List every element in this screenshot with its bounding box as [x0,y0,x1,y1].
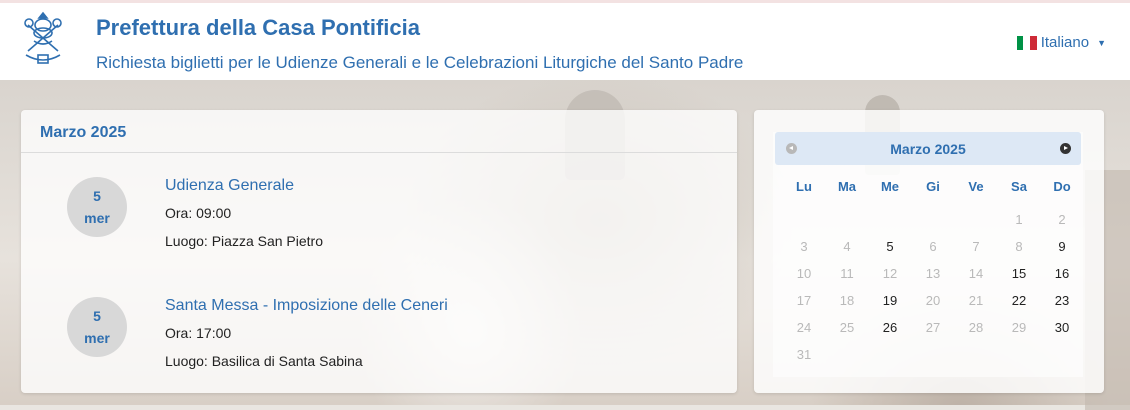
calendar-day: 12 [882,266,898,281]
weekday-header: Ma [837,179,857,194]
calendar-day: 18 [839,293,855,308]
event-title-link[interactable]: Santa Messa - Imposizione delle Ceneri [165,297,448,315]
calendar-month-title: Marzo 2025 [890,141,966,157]
event-title-link[interactable]: Udienza Generale [165,177,294,195]
calendar-day-with-event[interactable]: 23 [1042,293,1082,308]
event-place: Luogo: Basilica di Santa Sabina [165,353,363,369]
calendar-day: 14 [968,266,984,281]
calendar-day-with-event[interactable]: 16 [1042,266,1082,281]
weekday-header: Do [1053,179,1071,194]
calendar-panel: Marzo 2025 Lu Ma Me Gi Ve Sa Do 1 2 3 4 5 6 7 8 9 10 11 12… [754,110,1104,393]
events-month-heading: Marzo 2025 [21,110,737,153]
event-item: 5 mer Santa Messa - Imposizione delle Ce… [21,297,737,387]
event-date-badge: 5 mer [67,177,127,237]
weekday-header: Me [880,179,900,194]
next-month-icon[interactable] [1060,143,1071,154]
calendar-day: 29 [1011,320,1027,335]
calendar-day-with-event[interactable]: 19 [870,293,910,308]
calendar-day-with-event[interactable]: 15 [999,266,1039,281]
calendar-day: 20 [925,293,941,308]
calendar-widget: Marzo 2025 Lu Ma Me Gi Ve Sa Do 1 2 3 4 5 6 7 8 9 10 11 12… [773,132,1083,377]
event-date-badge: 5 mer [67,297,127,357]
chevron-down-icon: ▼ [1097,37,1106,48]
calendar-day: 11 [840,266,854,281]
weekday-header: Gi [926,179,940,194]
site-header: Prefettura della Casa Pontificia Richies… [0,0,1130,80]
italian-flag-icon [1016,35,1037,50]
calendar-day: 2 [1058,212,1066,227]
calendar-day: 28 [968,320,984,335]
calendar-day: 4 [843,239,851,254]
event-weekday: mer [84,330,110,346]
calendar-day: 1 [1015,212,1023,227]
weekday-header: Lu [796,179,812,194]
event-time: Ora: 17:00 [165,325,232,341]
event-weekday: mer [84,210,110,226]
event-time: Ora: 09:00 [165,205,232,221]
calendar-day: 10 [796,266,812,281]
calendar-day: 31 [796,347,812,362]
calendar-day: 13 [925,266,941,281]
event-place: Luogo: Piazza San Pietro [165,233,323,249]
calendar-day-with-event[interactable]: 9 [1042,239,1082,254]
calendar-day: 21 [968,293,984,308]
event-item: 5 mer Udienza Generale Ora: 09:00 Luogo:… [21,177,737,267]
calendar-day: 6 [929,239,937,254]
language-selector[interactable]: Italiano ▼ [1016,34,1106,51]
events-panel: Marzo 2025 5 mer Udienza Generale Ora: 0… [21,110,737,393]
calendar-day: 27 [925,320,941,335]
calendar-header: Marzo 2025 [775,132,1081,165]
calendar-day-with-event[interactable]: 30 [1042,320,1082,335]
calendar-day: 8 [1015,239,1023,254]
calendar-day: 25 [839,320,855,335]
event-day: 5 [93,188,101,204]
site-title[interactable]: Prefettura della Casa Pontificia [96,15,420,41]
papal-coat-of-arms-icon[interactable] [20,11,66,67]
event-day: 5 [93,308,101,324]
calendar-day: 7 [972,239,980,254]
calendar-day: 3 [800,239,808,254]
weekday-header: Sa [1011,179,1027,194]
calendar-day-with-event[interactable]: 22 [999,293,1039,308]
calendar-day: 17 [796,293,812,308]
weekday-header: Ve [968,179,984,194]
calendar-day-with-event[interactable]: 5 [870,239,910,254]
calendar-day-with-event[interactable]: 26 [870,320,910,335]
site-subtitle: Richiesta biglietti per le Udienze Gener… [96,53,744,72]
calendar-day: 24 [796,320,812,335]
language-label: Italiano [1040,34,1090,51]
